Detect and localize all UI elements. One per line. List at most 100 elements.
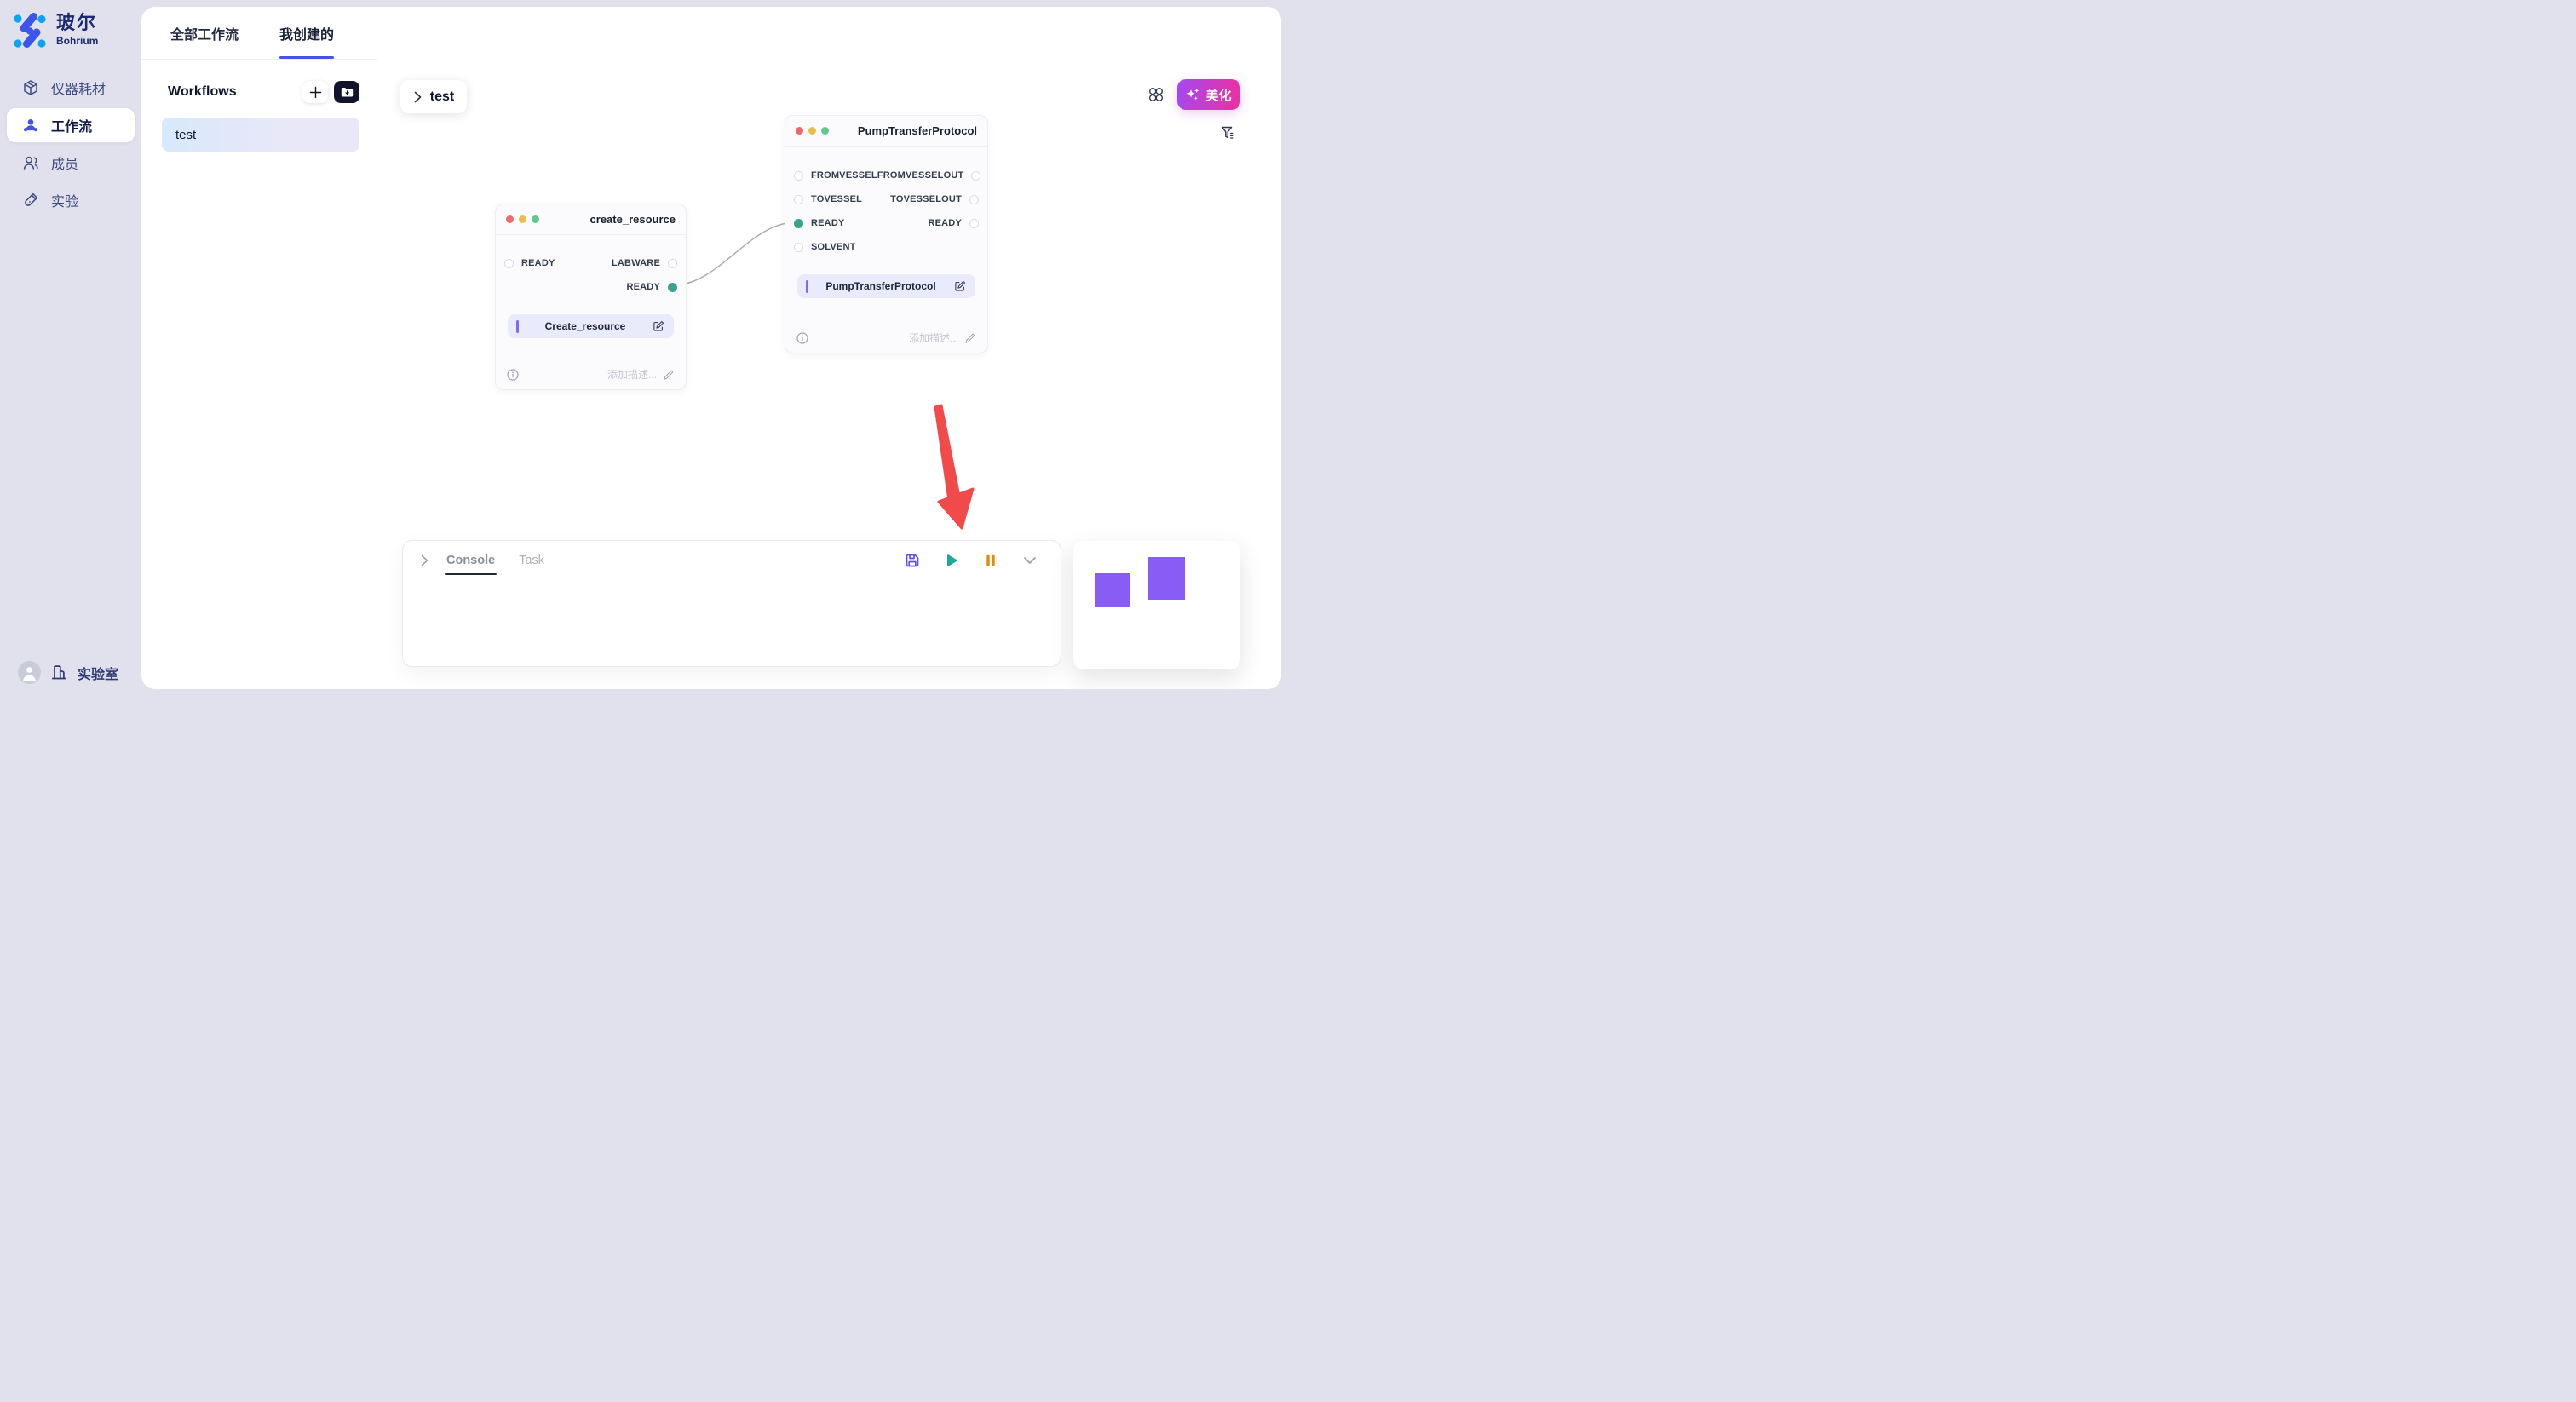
node-header: create_resource [496, 204, 686, 235]
brand: 玻尔 Bohrium [12, 12, 98, 48]
port-circle[interactable] [969, 219, 979, 228]
save-button[interactable] [904, 552, 921, 569]
task-tab[interactable]: Task [517, 541, 546, 580]
sidebar-item-workflow[interactable]: 工作流 [7, 108, 135, 142]
port-circle[interactable] [794, 243, 803, 252]
node-title: create_resource [539, 213, 676, 226]
node-header: PumpTransferProtocol [785, 116, 987, 147]
building-icon [50, 664, 68, 681]
info-icon[interactable] [507, 369, 519, 381]
port-row: READY [496, 275, 686, 299]
annotation-arrow [935, 405, 973, 528]
collapse-button[interactable] [1021, 552, 1038, 569]
node-create-resource[interactable]: create_resource READY LABWARE [495, 204, 687, 390]
content-area: Workflows test [141, 59, 1281, 689]
dot-yellow [808, 127, 816, 135]
input-port-fromvessel[interactable]: FROMVESSEL [794, 170, 877, 181]
main-panel: 全部工作流 我创建的 Workflows [141, 7, 1281, 689]
filter-button[interactable] [1220, 125, 1235, 145]
folder-download-icon [340, 85, 354, 100]
workflow-canvas[interactable]: test create_resource [377, 59, 1281, 689]
workflows-title: Workflows [168, 84, 296, 100]
beautify-label: 美化 [1205, 86, 1231, 104]
workflow-tabbar: 全部工作流 我创建的 [141, 7, 1281, 60]
sidebar: 玻尔 Bohrium 仪器耗材 工作流 [0, 0, 141, 701]
traffic-dots [506, 215, 539, 223]
info-icon[interactable] [796, 332, 808, 344]
workflows-pane: Workflows test [141, 59, 377, 689]
plus-icon [309, 86, 322, 99]
input-port-ready[interactable]: READY [794, 218, 845, 228]
output-port-fromvesselout[interactable]: FROMVESSELOUT [877, 170, 981, 181]
chevron-right-icon [413, 91, 423, 103]
port-row: SOLVENT [785, 235, 987, 259]
breadcrumb[interactable]: test [400, 80, 467, 113]
sidebar-item-members[interactable]: 成员 [7, 146, 135, 180]
node-pump-transfer-protocol[interactable]: PumpTransferProtocol FROMVESSEL FROMVESS… [785, 115, 988, 353]
workflows-header: Workflows [168, 81, 359, 103]
edit-icon[interactable] [652, 319, 665, 333]
output-port-ready[interactable]: READY [626, 282, 677, 292]
input-port-tovessel[interactable]: TOVESSEL [794, 194, 862, 204]
node-footer: 添加描述... [796, 330, 976, 345]
edit-icon[interactable] [953, 279, 967, 293]
chevron-right-icon [420, 554, 429, 566]
tab-all-workflows[interactable]: 全部工作流 [170, 7, 239, 59]
sidebar-item-instruments[interactable]: 仪器耗材 [7, 71, 135, 105]
import-folder-button[interactable] [334, 81, 359, 103]
input-port-solvent[interactable]: SOLVENT [794, 242, 856, 252]
output-port-labware[interactable]: LABWARE [612, 258, 677, 268]
console-expand-button[interactable] [420, 554, 429, 566]
bohrium-logo-icon [12, 12, 48, 48]
sidebar-item-label: 仪器耗材 [51, 78, 106, 98]
node-title: PumpTransferProtocol [829, 124, 977, 137]
workspace-switcher[interactable]: 实验室 [18, 661, 118, 684]
console-tab[interactable]: Console [445, 541, 497, 580]
port-circle[interactable] [971, 171, 980, 181]
console-panel: Console Task [402, 540, 1061, 667]
members-icon [22, 154, 39, 171]
node-footer: 添加描述... [507, 367, 675, 382]
output-port-tovesselout[interactable]: TOVESSELOUT [890, 194, 979, 204]
minimap[interactable] [1073, 541, 1240, 669]
connection-edge[interactable] [673, 222, 796, 285]
description-placeholder[interactable]: 添加描述... [909, 330, 958, 345]
input-port-ready[interactable]: READY [504, 258, 555, 268]
workflow-list-item-test[interactable]: test [162, 118, 359, 152]
sidebar-item-experiments[interactable]: 实验 [7, 183, 135, 217]
port-circle[interactable] [794, 171, 803, 181]
avatar[interactable] [18, 661, 41, 684]
port-circle[interactable] [504, 259, 514, 268]
node-action-button[interactable]: Create_resource [508, 314, 674, 338]
port-row: FROMVESSEL FROMVESSELOUT [785, 164, 987, 187]
funnel-icon [1220, 125, 1235, 141]
port-circle[interactable] [969, 195, 979, 204]
port-circle[interactable] [794, 195, 803, 204]
tab-my-created[interactable]: 我创建的 [279, 7, 334, 59]
pencil-icon[interactable] [663, 369, 675, 381]
sidebar-menu: 仪器耗材 工作流 成员 [7, 71, 135, 217]
workflow-item-label: test [175, 128, 196, 142]
layout-grid-button[interactable] [1148, 87, 1164, 106]
port-row: TOVESSEL TOVESSELOUT [785, 187, 987, 211]
sparkles-icon [1186, 88, 1200, 102]
console-actions [904, 552, 1038, 569]
breadcrumb-label: test [430, 89, 454, 105]
node-action-button[interactable]: PumpTransferProtocol [797, 274, 975, 298]
output-port-ready[interactable]: READY [928, 218, 979, 228]
add-workflow-button[interactable] [302, 81, 328, 103]
dot-green [532, 215, 539, 223]
node-ports: READY LABWARE READY [496, 251, 686, 299]
port-circle-connected[interactable] [794, 219, 803, 228]
brand-title: 玻尔 [56, 12, 98, 34]
brand-text: 玻尔 Bohrium [56, 12, 98, 47]
description-placeholder[interactable]: 添加描述... [607, 367, 657, 382]
port-circle-connected[interactable] [668, 283, 677, 292]
pencil-icon[interactable] [964, 332, 976, 344]
run-button[interactable] [943, 552, 960, 569]
port-circle[interactable] [668, 259, 677, 268]
save-icon [904, 552, 921, 569]
beautify-button[interactable]: 美化 [1177, 79, 1240, 110]
package-icon [22, 79, 39, 96]
pause-button[interactable] [982, 552, 999, 569]
